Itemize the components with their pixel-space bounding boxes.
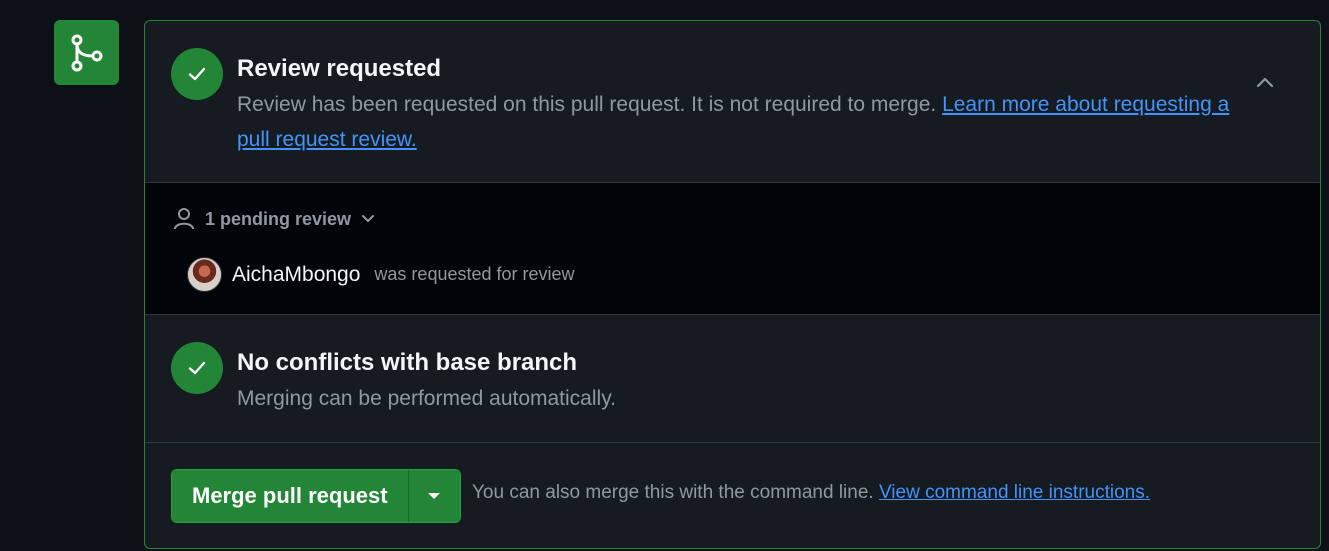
- command-line-instructions-link[interactable]: View command line instructions.: [879, 482, 1150, 503]
- merge-hint: You can also merge this with the command…: [472, 482, 1150, 504]
- chevron-down-icon: [362, 215, 375, 222]
- reviewer-name[interactable]: AichaMbongo: [232, 263, 360, 287]
- no-conflicts-section: No conflicts with base branch Merging ca…: [145, 315, 1320, 442]
- conflicts-title: No conflicts with base branch: [237, 349, 578, 376]
- merge-box: Review requested Review has been request…: [144, 20, 1321, 549]
- merge-button-group: Merge pull request: [171, 469, 461, 523]
- chevron-up-icon[interactable]: [1250, 67, 1280, 97]
- review-title: Review requested: [237, 55, 442, 82]
- merge-options-button[interactable]: [408, 470, 460, 522]
- merge-pull-request-button[interactable]: Merge pull request: [172, 470, 409, 522]
- triangle-down-icon: [428, 493, 441, 499]
- git-merge-icon: [54, 20, 119, 85]
- reviewer-row: AichaMbongo was requested for review: [187, 257, 575, 292]
- conflicts-description: Merging can be performed automatically.: [237, 387, 616, 410]
- check-icon: [171, 342, 223, 394]
- avatar[interactable]: [187, 257, 222, 292]
- merge-section: Merge pull request You can also merge th…: [145, 442, 1320, 548]
- pending-review-toggle[interactable]: 1 pending review: [173, 207, 375, 231]
- review-description: Review has been requested on this pull r…: [237, 87, 1237, 157]
- review-requested-section: Review requested Review has been request…: [145, 21, 1320, 182]
- person-icon: [174, 208, 194, 230]
- review-description-text: Review has been requested on this pull r…: [237, 93, 943, 116]
- merge-hint-text: You can also merge this with the command…: [472, 482, 879, 503]
- reviewer-status: was requested for review: [374, 264, 575, 284]
- pending-review-label: 1 pending review: [205, 208, 352, 229]
- check-icon: [171, 48, 223, 100]
- pending-reviews-section: 1 pending review AichaMbongo was request…: [145, 182, 1320, 315]
